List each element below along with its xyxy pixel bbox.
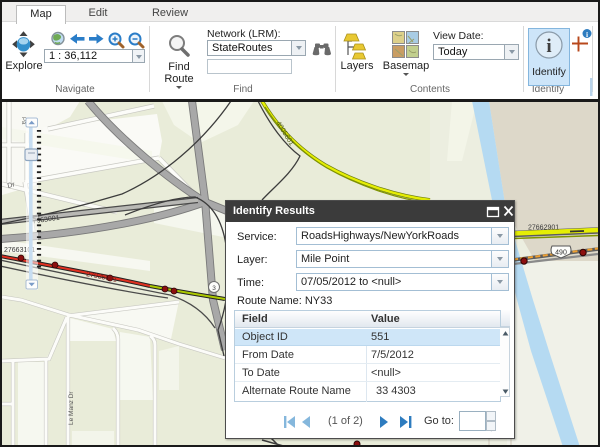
svg-text:490: 490: [555, 250, 567, 257]
svg-text:Pa: Pa: [20, 117, 26, 125]
svg-text:Le Manz Dr: Le Manz Dr: [68, 391, 75, 425]
svg-text:i: i: [586, 30, 588, 39]
svg-text:27662901: 27662901: [528, 225, 559, 232]
svg-text:3: 3: [212, 285, 216, 292]
